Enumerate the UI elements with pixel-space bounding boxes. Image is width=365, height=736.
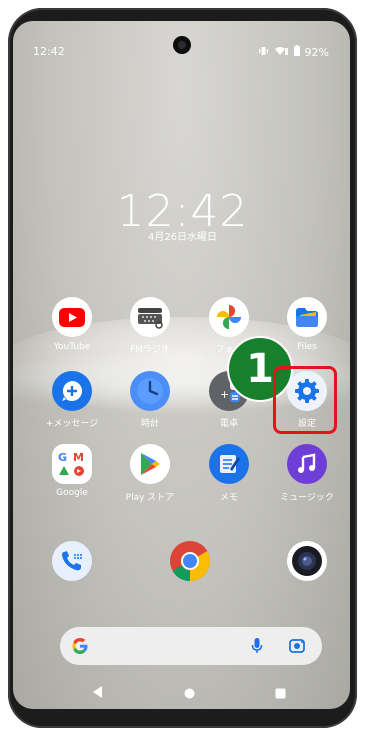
home-button[interactable]: [184, 684, 195, 703]
messages-app-icon[interactable]: [52, 371, 92, 411]
chrome-app-icon[interactable]: [169, 540, 211, 582]
play-store-app-icon[interactable]: [130, 444, 170, 484]
google-search-bar[interactable]: [60, 627, 322, 665]
front-camera: [173, 36, 191, 54]
battery-percent: 92%: [304, 45, 329, 59]
memo-app-icon[interactable]: [209, 444, 249, 484]
clock-app-icon[interactable]: [130, 371, 170, 411]
memo-label[interactable]: メモ: [193, 490, 265, 503]
vibrate-icon: [258, 46, 269, 59]
messages-label[interactable]: +メッセージ: [36, 416, 108, 429]
status-time: 12:42: [33, 45, 65, 58]
fm-radio-label[interactable]: FMラジオ: [114, 342, 186, 355]
fm-radio-app-icon[interactable]: [130, 297, 170, 337]
google-folder-icon[interactable]: G M: [52, 444, 92, 484]
home-screen: [13, 21, 350, 709]
battery-icon: [293, 45, 300, 59]
music-app-icon[interactable]: [287, 444, 327, 484]
phone-app-icon[interactable]: [52, 541, 92, 581]
recents-button[interactable]: [275, 684, 286, 703]
svg-text:G: G: [58, 451, 67, 464]
status-icons: 92%: [258, 45, 329, 59]
wifi-signal-icon: [274, 46, 289, 59]
google-g-icon: [71, 637, 89, 659]
settings-highlight-box: [273, 366, 337, 434]
camera-app-icon[interactable]: [287, 541, 327, 581]
youtube-label[interactable]: YouTube: [36, 342, 108, 352]
clock-date[interactable]: 4月26日水曜日: [0, 228, 365, 243]
music-label[interactable]: ミュージック: [271, 490, 343, 503]
play-store-label[interactable]: Play ストア: [114, 490, 186, 503]
svg-text:M: M: [73, 451, 84, 464]
back-button[interactable]: [93, 683, 103, 702]
google-label[interactable]: Google: [36, 488, 108, 498]
photos-app-icon[interactable]: [209, 297, 249, 337]
svg-text:+: +: [220, 388, 229, 401]
youtube-app-icon[interactable]: [52, 297, 92, 337]
mic-icon[interactable]: [251, 637, 263, 659]
files-app-icon[interactable]: [287, 297, 327, 337]
lens-icon[interactable]: [288, 637, 306, 659]
clock-label[interactable]: 時計: [114, 416, 186, 429]
calculator-label[interactable]: 電卓: [193, 416, 265, 429]
